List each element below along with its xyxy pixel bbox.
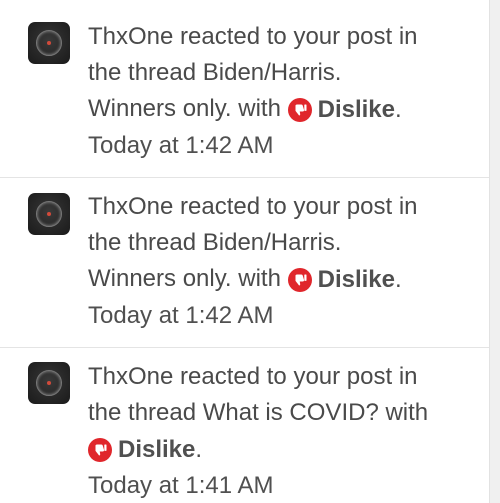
thumbs-down-icon	[287, 267, 312, 292]
avatar-dot	[47, 381, 51, 385]
alert-text-line[interactable]: ThxOne reacted to your post in	[88, 359, 483, 395]
alert-thread-link[interactable]: the thread What is COVID? with	[88, 395, 483, 431]
alert-text-line: Winners only. with Dislike.	[88, 91, 483, 128]
alert-thread-link[interactable]: the thread Biden/Harris.	[88, 225, 483, 261]
alert-content: ThxOne reacted to your post in the threa…	[88, 189, 483, 334]
alert-text-line[interactable]: ThxOne reacted to your post in	[88, 189, 483, 225]
alerts-list: ThxOne reacted to your post in the threa…	[0, 0, 489, 503]
reaction-badge: Dislike.	[287, 262, 402, 298]
reaction-badge: Dislike.	[88, 432, 202, 468]
alert-timestamp: Today at 1:42 AM	[88, 301, 274, 329]
alert-content: ThxOne reacted to your post in the threa…	[88, 19, 483, 164]
alert-item[interactable]: ThxOne reacted to your post in the threa…	[0, 348, 489, 503]
reaction-label: Dislike	[317, 95, 396, 123]
reaction-suffix: .	[195, 435, 203, 463]
alert-item[interactable]: ThxOne reacted to your post in the threa…	[0, 178, 489, 348]
alert-content: ThxOne reacted to your post in the threa…	[88, 359, 483, 503]
reaction-label: Dislike	[317, 265, 396, 293]
background-page-edge	[489, 0, 500, 503]
user-avatar-icon[interactable]	[28, 22, 70, 64]
reaction-suffix: .	[395, 265, 402, 293]
alert-text-line: Dislike.	[88, 431, 483, 468]
alert-text-line: Winners only. with Dislike.	[88, 261, 483, 298]
reaction-badge: Dislike.	[287, 92, 402, 128]
reaction-label: Dislike	[118, 435, 196, 463]
alert-timestamp: Today at 1:41 AM	[88, 471, 274, 499]
alert-thread-link[interactable]: the thread Biden/Harris.	[88, 55, 483, 91]
alert-timestamp: Today at 1:42 AM	[88, 131, 274, 159]
thumbs-down-icon	[287, 97, 312, 122]
alerts-page: ThxOne reacted to your post in the threa…	[0, 0, 500, 503]
thumbs-down-icon	[88, 437, 112, 462]
alert-item[interactable]: ThxOne reacted to your post in the threa…	[0, 0, 489, 178]
alert-thread-link-cont[interactable]: Winners only. with	[88, 265, 281, 292]
user-avatar-icon[interactable]	[28, 362, 70, 404]
alert-thread-link-cont[interactable]: Winners only. with	[88, 95, 281, 122]
alert-text-line[interactable]: ThxOne reacted to your post in	[88, 19, 483, 55]
user-avatar-icon[interactable]	[28, 193, 70, 235]
avatar-dot	[47, 41, 51, 45]
reaction-suffix: .	[395, 95, 402, 123]
avatar-dot	[47, 212, 51, 216]
